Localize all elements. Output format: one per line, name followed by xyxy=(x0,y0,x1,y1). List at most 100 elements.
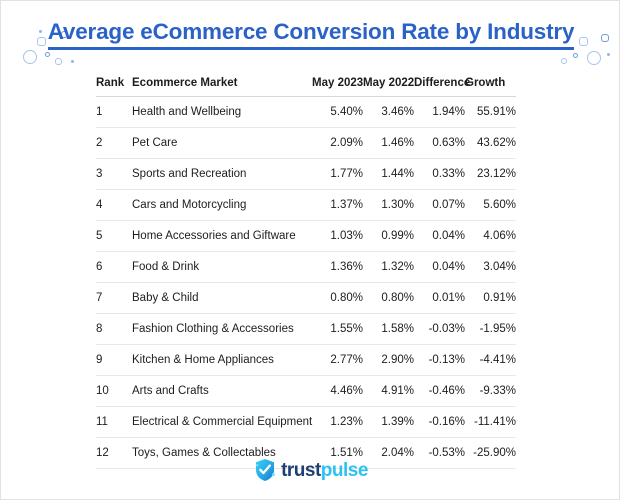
column-header-growth: Growth xyxy=(465,77,516,97)
cell-difference: -0.13% xyxy=(414,344,465,376)
table-row: 2 Pet Care 2.09% 1.46% 0.63% 43.62% xyxy=(96,127,516,159)
cell-difference: 0.04% xyxy=(414,220,465,252)
table-row: 1 Health and Wellbeing 5.40% 3.46% 1.94% 55.9… xyxy=(96,96,516,128)
table-row: 5 Home Accessories and Giftware 1.03% 0.99%… xyxy=(96,220,516,252)
cell-growth: 0.91% xyxy=(465,282,516,314)
cell-growth: 23.12% xyxy=(465,158,516,190)
cell-may-2023: 1.37% xyxy=(312,189,363,221)
decoration-circle xyxy=(23,50,37,64)
cell-may-2023: 1.36% xyxy=(312,251,363,283)
table-row: 9 Kitchen & Home Appliances 2.77% 2.90% -0.1… xyxy=(96,344,516,376)
decoration-square xyxy=(561,58,567,64)
column-header-difference: Difference xyxy=(414,77,470,97)
cell-growth: 5.60% xyxy=(465,189,516,221)
cell-market-name[interactable]: Home Accessories and Giftware xyxy=(132,220,312,252)
brand-logo-text: trustpulse xyxy=(281,461,368,480)
cell-growth: -9.33% xyxy=(465,375,516,407)
cell-may-2023: 1.23% xyxy=(312,406,363,438)
table-header: Rank Ecommerce Market May 2023 May 2022 … xyxy=(96,77,516,97)
cell-may-2022: 2.90% xyxy=(363,344,414,376)
cell-may-2023: 5.40% xyxy=(312,96,363,128)
cell-may-2022: 3.46% xyxy=(363,96,414,128)
table-row: 4 Cars and Motorcycling 1.37% 1.30% 0.07% 5.6… xyxy=(96,189,516,221)
cell-rank: 7 xyxy=(96,282,132,314)
title-area: Average eCommerce Conversion Rate by Ind… xyxy=(1,19,619,50)
cell-market-name[interactable]: Baby & Child xyxy=(132,282,312,314)
decoration-circle xyxy=(587,51,601,65)
cell-rank: 10 xyxy=(96,375,132,407)
cell-growth: 55.91% xyxy=(465,96,516,128)
column-header-may-2022: May 2022 xyxy=(363,77,414,97)
cell-difference: -0.46% xyxy=(414,375,465,407)
cell-may-2023: 1.55% xyxy=(312,313,363,345)
table-body: 1 Health and Wellbeing 5.40% 3.46% 1.94% 55.9… xyxy=(96,96,516,469)
table-row: 7 Baby & Child 0.80% 0.80% 0.01% 0.91% xyxy=(96,282,516,314)
cell-may-2023: 4.46% xyxy=(312,375,363,407)
cell-difference: 0.04% xyxy=(414,251,465,283)
cell-rank: 8 xyxy=(96,313,132,345)
cell-rank: 2 xyxy=(96,127,132,159)
decoration-dot xyxy=(607,53,610,56)
cell-may-2022: 1.30% xyxy=(363,189,414,221)
column-header-rank: Rank xyxy=(96,77,132,97)
cell-growth: 3.04% xyxy=(465,251,516,283)
page-container: Average eCommerce Conversion Rate by Ind… xyxy=(0,0,620,500)
column-header-market: Ecommerce Market xyxy=(132,77,312,97)
page-title: Average eCommerce Conversion Rate by Ind… xyxy=(47,19,574,50)
cell-market-name[interactable]: Food & Drink xyxy=(132,251,312,283)
cell-market-name[interactable]: Kitchen & Home Appliances xyxy=(132,344,312,376)
cell-rank: 4 xyxy=(96,189,132,221)
cell-difference: 1.94% xyxy=(414,96,465,128)
cell-market-name[interactable]: Arts and Crafts xyxy=(132,375,312,407)
cell-may-2022: 0.99% xyxy=(363,220,414,252)
cell-growth: -11.41% xyxy=(465,406,516,438)
cell-growth: 43.62% xyxy=(465,127,516,159)
cell-market-name[interactable]: Health and Wellbeing xyxy=(132,96,312,128)
cell-may-2022: 1.32% xyxy=(363,251,414,283)
cell-may-2023: 2.09% xyxy=(312,127,363,159)
cell-may-2022: 1.58% xyxy=(363,313,414,345)
cell-rank: 9 xyxy=(96,344,132,376)
brand-logo: trustpulse xyxy=(1,458,619,487)
cell-growth: -4.41% xyxy=(465,344,516,376)
cell-difference: -0.03% xyxy=(414,313,465,345)
brand-logo-text-secondary: pulse xyxy=(320,459,369,481)
cell-may-2023: 1.03% xyxy=(312,220,363,252)
cell-market-name[interactable]: Electrical & Commercial Equipment xyxy=(132,406,312,438)
cell-rank: 3 xyxy=(96,158,132,190)
column-header-may-2023: May 2023 xyxy=(312,77,363,97)
cell-may-2022: 1.44% xyxy=(363,158,414,190)
cell-market-name[interactable]: Fashion Clothing & Accessories xyxy=(132,313,312,345)
cell-growth: -1.95% xyxy=(465,313,516,345)
cell-difference: 0.01% xyxy=(414,282,465,314)
conversion-rate-table-wrapper: Rank Ecommerce Market May 2023 May 2022 … xyxy=(96,77,516,469)
cell-may-2022: 4.91% xyxy=(363,375,414,407)
cell-growth: 4.06% xyxy=(465,220,516,252)
cell-market-name[interactable]: Sports and Recreation xyxy=(132,158,312,190)
cell-may-2022: 0.80% xyxy=(363,282,414,314)
conversion-rate-table: Rank Ecommerce Market May 2023 May 2022 … xyxy=(96,77,516,469)
table-row: 6 Food & Drink 1.36% 1.32% 0.04% 3.04% xyxy=(96,251,516,283)
cell-rank: 5 xyxy=(96,220,132,252)
table-header-row: Rank Ecommerce Market May 2023 May 2022 … xyxy=(96,77,516,97)
cell-difference: 0.07% xyxy=(414,189,465,221)
cell-may-2022: 1.39% xyxy=(363,406,414,438)
cell-rank: 1 xyxy=(96,96,132,128)
cell-difference: -0.16% xyxy=(414,406,465,438)
decoration-square xyxy=(55,58,62,65)
cell-market-name[interactable]: Cars and Motorcycling xyxy=(132,189,312,221)
shield-check-icon xyxy=(254,458,276,482)
table-row: 8 Fashion Clothing & Accessories 1.55% 1.58… xyxy=(96,313,516,345)
cell-may-2023: 1.77% xyxy=(312,158,363,190)
cell-may-2023: 0.80% xyxy=(312,282,363,314)
cell-may-2022: 1.46% xyxy=(363,127,414,159)
table-row: 10 Arts and Crafts 4.46% 4.91% -0.46% -9.33% xyxy=(96,375,516,407)
decoration-circle xyxy=(45,52,50,57)
table-row: 3 Sports and Recreation 1.77% 1.44% 0.33% 23.… xyxy=(96,158,516,190)
cell-rank: 11 xyxy=(96,406,132,438)
cell-difference: 0.63% xyxy=(414,127,465,159)
brand-logo-inner: trustpulse xyxy=(254,458,368,482)
decoration-circle xyxy=(573,53,578,58)
cell-rank: 6 xyxy=(96,251,132,283)
cell-market-name[interactable]: Pet Care xyxy=(132,127,312,159)
